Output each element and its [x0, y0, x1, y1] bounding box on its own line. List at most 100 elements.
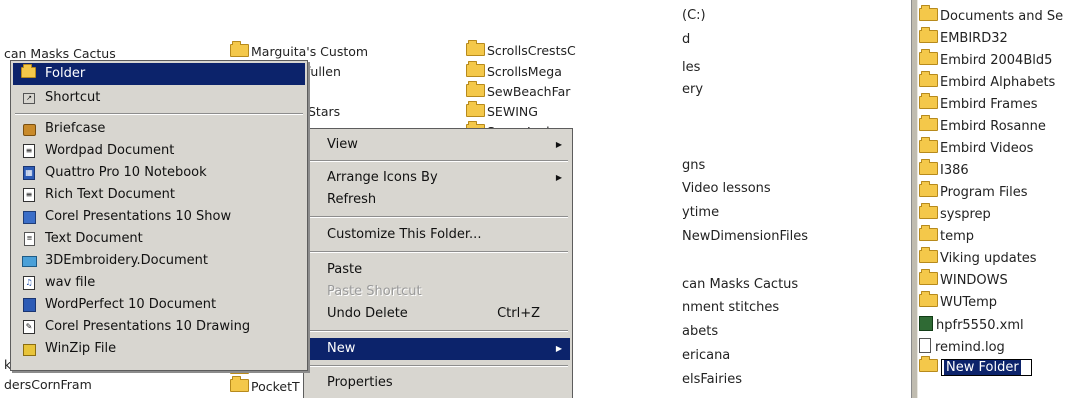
folder-item[interactable]: Viking updates: [919, 247, 1037, 266]
new-item-wordpad-document[interactable]: ≡ Wordpad Document: [13, 140, 305, 162]
menu-item-paste-shortcut: Paste Shortcut: [327, 284, 422, 299]
folder-item[interactable]: sysprep: [919, 203, 991, 222]
file-item[interactable]: NewDimensionFiles: [682, 229, 808, 244]
new-item-corel-presentation-drawing[interactable]: ✎ Corel Presentations 10 Drawing: [13, 316, 305, 338]
file-item[interactable]: can Masks Cactus: [682, 277, 798, 292]
new-item-quattro-notebook[interactable]: ▦ Quattro Pro 10 Notebook: [13, 162, 305, 184]
text-file-icon: [919, 338, 931, 353]
file-item[interactable]: d: [682, 32, 690, 47]
file-item[interactable]: nment stitches: [682, 300, 779, 315]
folder-icon: [919, 27, 938, 43]
new-item-winzip-file[interactable]: WinZip File: [13, 338, 305, 360]
file-item[interactable]: ericana: [682, 348, 730, 363]
new-item-shortcut[interactable]: ↗ Shortcut: [13, 87, 305, 109]
folder-icon: [466, 101, 485, 117]
menu-item-properties[interactable]: Properties: [306, 372, 570, 394]
folder-icon: [919, 225, 938, 241]
shortcut-key-label: Ctrl+Z: [497, 306, 540, 321]
folder-icon: [919, 356, 938, 372]
menu-separator: [308, 251, 568, 253]
folder-icon: [919, 137, 938, 153]
file-item[interactable]: (C:): [682, 8, 706, 23]
menu-item-view[interactable]: View ▶: [306, 134, 570, 156]
menu-separator: [15, 113, 303, 115]
folder-item[interactable]: EMBIRD32: [919, 27, 1008, 46]
folder-icon: [466, 40, 485, 56]
folder-item[interactable]: SewBeachFar: [466, 81, 570, 99]
menu-item-paste[interactable]: Paste: [306, 259, 570, 281]
file-item[interactable]: Video lessons: [682, 181, 771, 196]
folder-item[interactable]: ScrollsMega: [466, 61, 562, 79]
menu-item-refresh[interactable]: Refresh: [306, 189, 570, 211]
folder-icon: [230, 376, 249, 392]
folder-icon: [466, 81, 485, 97]
folder-icon: [919, 181, 938, 197]
new-item-wordperfect-document[interactable]: WordPerfect 10 Document: [13, 294, 305, 316]
rename-input[interactable]: New Folder: [941, 359, 1032, 376]
folder-icon: [919, 269, 938, 285]
menu-separator: [308, 160, 568, 162]
folder-item[interactable]: Embird Alphabets: [919, 71, 1055, 90]
folder-item[interactable]: ScrollsCrestsC: [466, 40, 576, 58]
explorer-window-left: can Masks Cactus kmarks dersCornFram Mar…: [0, 0, 590, 398]
tree-pane-divider[interactable]: [911, 0, 918, 398]
folder-item[interactable]: Embird 2004Bld5: [919, 49, 1052, 68]
briefcase-icon: [23, 124, 36, 136]
folder-icon: [919, 93, 938, 109]
folder-icon: [466, 61, 485, 77]
shortcut-icon: ↗: [23, 93, 35, 104]
new-item-briefcase[interactable]: Briefcase: [13, 118, 305, 140]
file-item[interactable]: hpfr5550.xml: [919, 316, 1024, 333]
new-item-rich-text-document[interactable]: ≡ Rich Text Document: [13, 184, 305, 206]
folder-icon: [21, 64, 36, 81]
menu-item-undo-delete[interactable]: Undo Delete Ctrl+Z: [306, 303, 570, 325]
folder-icon: [919, 5, 938, 21]
new-item-3d-embroidery-document[interactable]: 3DEmbroidery.Document: [13, 250, 305, 272]
folder-item[interactable]: Stars: [308, 104, 340, 119]
wordpad-icon: ≡: [23, 144, 35, 158]
menu-item-new[interactable]: New ▶: [306, 338, 570, 360]
embroidery-icon: [22, 256, 37, 267]
folder-item[interactable]: temp: [919, 225, 974, 244]
file-item[interactable]: abets: [682, 324, 718, 339]
menu-item-customize-folder[interactable]: Customize This Folder...: [306, 224, 570, 246]
file-item[interactable]: les: [682, 60, 700, 75]
new-item-folder[interactable]: Folder: [13, 63, 305, 85]
folder-item[interactable]: fullen: [306, 64, 341, 79]
new-submenu: Folder ↗ Shortcut Briefcase ≡ Wordpad Docu…: [10, 60, 308, 371]
menu-separator: [308, 216, 568, 218]
file-item[interactable]: gns: [682, 158, 705, 173]
menu-item-arrange-icons[interactable]: Arrange Icons By ▶: [306, 167, 570, 189]
file-item[interactable]: dersCornFram: [4, 377, 92, 392]
folder-item[interactable]: Program Files: [919, 181, 1028, 200]
folder-icon: [230, 41, 249, 57]
new-folder-item[interactable]: New Folder: [919, 356, 1032, 376]
new-item-wav-file[interactable]: ♫ wav file: [13, 272, 305, 294]
file-item[interactable]: can Masks Cactus: [4, 46, 116, 61]
new-item-corel-presentation-show[interactable]: Corel Presentations 10 Show: [13, 206, 305, 228]
file-item[interactable]: ytime: [682, 205, 719, 220]
folder-item[interactable]: I386: [919, 159, 969, 178]
file-item[interactable]: remind.log: [919, 338, 1005, 355]
file-item[interactable]: elsFairies: [682, 372, 742, 387]
xml-file-icon: [919, 316, 933, 331]
folder-item[interactable]: Documents and Se: [919, 5, 1063, 24]
folder-icon: [919, 49, 938, 65]
folder-item[interactable]: PocketT: [230, 376, 300, 394]
folder-icon: [919, 247, 938, 263]
context-menu: View ▶ Arrange Icons By ▶ Refresh Customiz…: [303, 128, 573, 398]
folder-item[interactable]: Embird Rosanne: [919, 115, 1046, 134]
folder-item[interactable]: Embird Frames: [919, 93, 1038, 112]
folder-item[interactable]: Embird Videos: [919, 137, 1033, 156]
folder-item[interactable]: Marguita's Custom: [230, 41, 368, 59]
folder-item[interactable]: WINDOWS: [919, 269, 1008, 288]
folder-icon: [919, 291, 938, 307]
submenu-arrow-icon: ▶: [555, 344, 562, 353]
folder-item[interactable]: SEWING: [466, 101, 538, 119]
new-item-text-document[interactable]: ≡ Text Document: [13, 228, 305, 250]
richtext-icon: ≡: [23, 188, 35, 202]
folder-item[interactable]: WUTemp: [919, 291, 997, 310]
file-item[interactable]: ery: [682, 82, 703, 97]
submenu-arrow-icon: ▶: [555, 173, 562, 182]
folder-icon: [919, 115, 938, 131]
